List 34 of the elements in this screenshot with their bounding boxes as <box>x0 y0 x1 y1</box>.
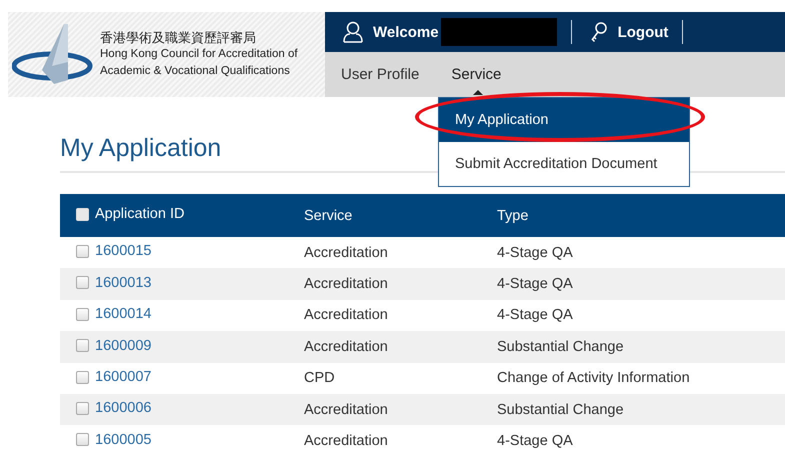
column-header: Type <box>497 208 528 224</box>
logout-link[interactable]: Logout <box>586 21 668 43</box>
table-cell: Accreditation <box>304 307 388 324</box>
table-cell: Accreditation <box>304 276 388 292</box>
application-id-link[interactable]: 1600015 <box>95 242 152 260</box>
application-id-link[interactable]: 1600006 <box>95 399 152 418</box>
column-header: Service <box>304 208 352 224</box>
menu-item[interactable]: My Application <box>439 98 689 142</box>
application-id-link[interactable]: 1600014 <box>95 305 152 324</box>
table-cell: 4-Stage QA <box>497 244 573 261</box>
page-title: My Application <box>60 134 222 163</box>
table-cell: Accreditation <box>304 433 388 450</box>
column-header: Application ID <box>95 206 184 222</box>
nav-item[interactable]: User Profile <box>341 54 420 95</box>
logo-chinese-name: 香港學術及職業資歷評審局 <box>100 29 257 46</box>
table-cell: Accreditation <box>304 338 388 355</box>
logo-english-name: Hong Kong Council for Accreditation of <box>100 47 298 62</box>
application-id-link[interactable]: 1600009 <box>95 336 152 355</box>
table-cell: Accreditation <box>304 244 388 261</box>
table-cell: Accreditation <box>304 402 388 418</box>
application-id-link[interactable]: 1600007 <box>95 368 152 386</box>
table-cell: Substantial Change <box>497 402 624 418</box>
menu-item[interactable]: Submit Accreditation Document <box>439 142 689 186</box>
nav-item[interactable]: Service <box>451 54 502 95</box>
table-cell: 4-Stage QA <box>497 433 573 450</box>
welcome-text: Welcome <box>373 24 439 40</box>
application-id-link[interactable]: 1600013 <box>95 274 152 292</box>
application-id-link[interactable]: 1600005 <box>95 430 152 449</box>
table-cell: Substantial Change <box>497 338 624 355</box>
table-cell: Change of Activity Information <box>497 370 690 386</box>
table-cell: 4-Stage QA <box>497 276 573 292</box>
logo-english-name: Academic & Vocational Qualifications <box>100 64 291 79</box>
table-cell: 4-Stage QA <box>497 307 573 324</box>
table-cell: CPD <box>304 370 335 386</box>
